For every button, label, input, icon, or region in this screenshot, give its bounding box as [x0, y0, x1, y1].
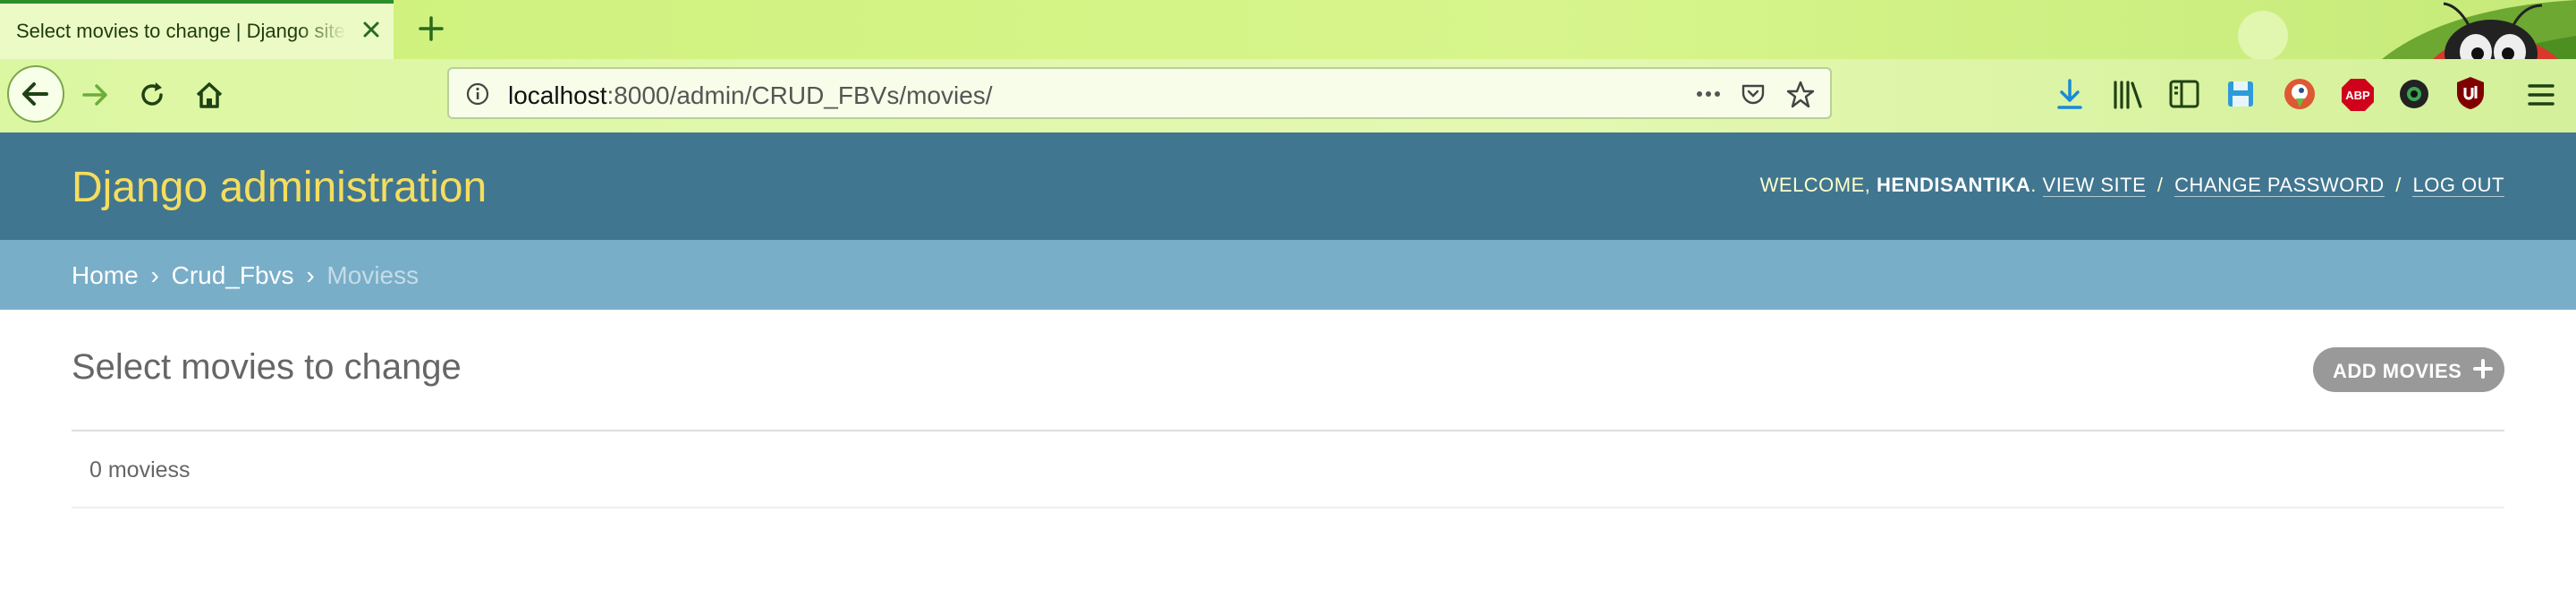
- separator: /: [2157, 174, 2164, 196]
- library-icon[interactable]: [2111, 79, 2145, 111]
- changelist-results: 0 moviess: [72, 430, 2504, 508]
- change-password-link[interactable]: Change password: [2174, 174, 2385, 197]
- reload-icon[interactable]: [134, 77, 170, 113]
- log-out-link[interactable]: Log out: [2412, 174, 2504, 197]
- result-count: 0 moviess: [89, 457, 191, 482]
- tab-title: Select movies to change | Django site ad…: [16, 20, 347, 42]
- downloads-icon[interactable]: [2054, 77, 2086, 113]
- user-tools: Welcome, hendisantika. View site / Chang…: [1759, 174, 2504, 197]
- back-button[interactable]: [7, 65, 64, 123]
- breadcrumb-app-link[interactable]: Crud_Fbvs: [172, 261, 294, 289]
- address-bar[interactable]: localhost:8000/admin/CRUD_FBVs/movies/: [447, 67, 1832, 119]
- bookmark-star-icon[interactable]: [1785, 80, 1816, 110]
- breadcrumb: Home › Crud_Fbvs › Moviess: [0, 240, 2576, 310]
- page-actions-icon[interactable]: [1692, 81, 1724, 107]
- home-icon[interactable]: [191, 77, 227, 113]
- welcome-text: Welcome,: [1759, 174, 1871, 196]
- back-arrow-icon: [22, 82, 48, 106]
- save-page-icon[interactable]: [2225, 79, 2256, 109]
- breadcrumb-separator: ›: [150, 261, 159, 289]
- view-site-link[interactable]: View site: [2042, 174, 2147, 197]
- username: hendisantika: [1877, 174, 2031, 196]
- svg-text:ABP: ABP: [2345, 89, 2370, 102]
- site-branding[interactable]: Django administration: [72, 163, 487, 212]
- plus-icon: [2473, 359, 2493, 379]
- forward-arrow-icon[interactable]: [77, 77, 113, 113]
- browser-tab-active[interactable]: Select movies to change | Django site ad…: [0, 0, 394, 59]
- url-text[interactable]: localhost:8000/admin/CRUD_FBVs/movies/: [508, 81, 993, 110]
- browser-nav-toolbar: localhost:8000/admin/CRUD_FBVs/movies/ A…: [0, 59, 2576, 132]
- breadcrumb-current: Moviess: [326, 261, 419, 289]
- site-info-icon[interactable]: [465, 81, 490, 107]
- breadcrumb-home-link[interactable]: Home: [72, 261, 139, 289]
- duckduckgo-extension-icon[interactable]: [2283, 77, 2317, 111]
- separator: /: [2395, 174, 2402, 196]
- ublock-origin-icon[interactable]: [2454, 75, 2487, 111]
- new-tab-icon[interactable]: [413, 11, 449, 47]
- admin-header: Django administration Welcome, hendisant…: [0, 132, 2576, 240]
- close-tab-icon[interactable]: [356, 14, 386, 45]
- pocket-icon[interactable]: [1739, 80, 1767, 108]
- browser-tab-bar: Select movies to change | Django site ad…: [0, 0, 2576, 59]
- hamburger-menu-icon[interactable]: [2526, 81, 2556, 109]
- adblock-plus-icon[interactable]: ABP: [2340, 77, 2376, 113]
- add-movies-button[interactable]: ADD MOVIES: [2313, 347, 2504, 392]
- add-movies-label: ADD MOVIES: [2333, 360, 2462, 382]
- page-title: Select movies to change: [72, 347, 462, 387]
- extension-camera-icon[interactable]: [2397, 77, 2431, 111]
- breadcrumb-separator: ›: [306, 261, 315, 289]
- sidebar-icon[interactable]: [2168, 79, 2200, 109]
